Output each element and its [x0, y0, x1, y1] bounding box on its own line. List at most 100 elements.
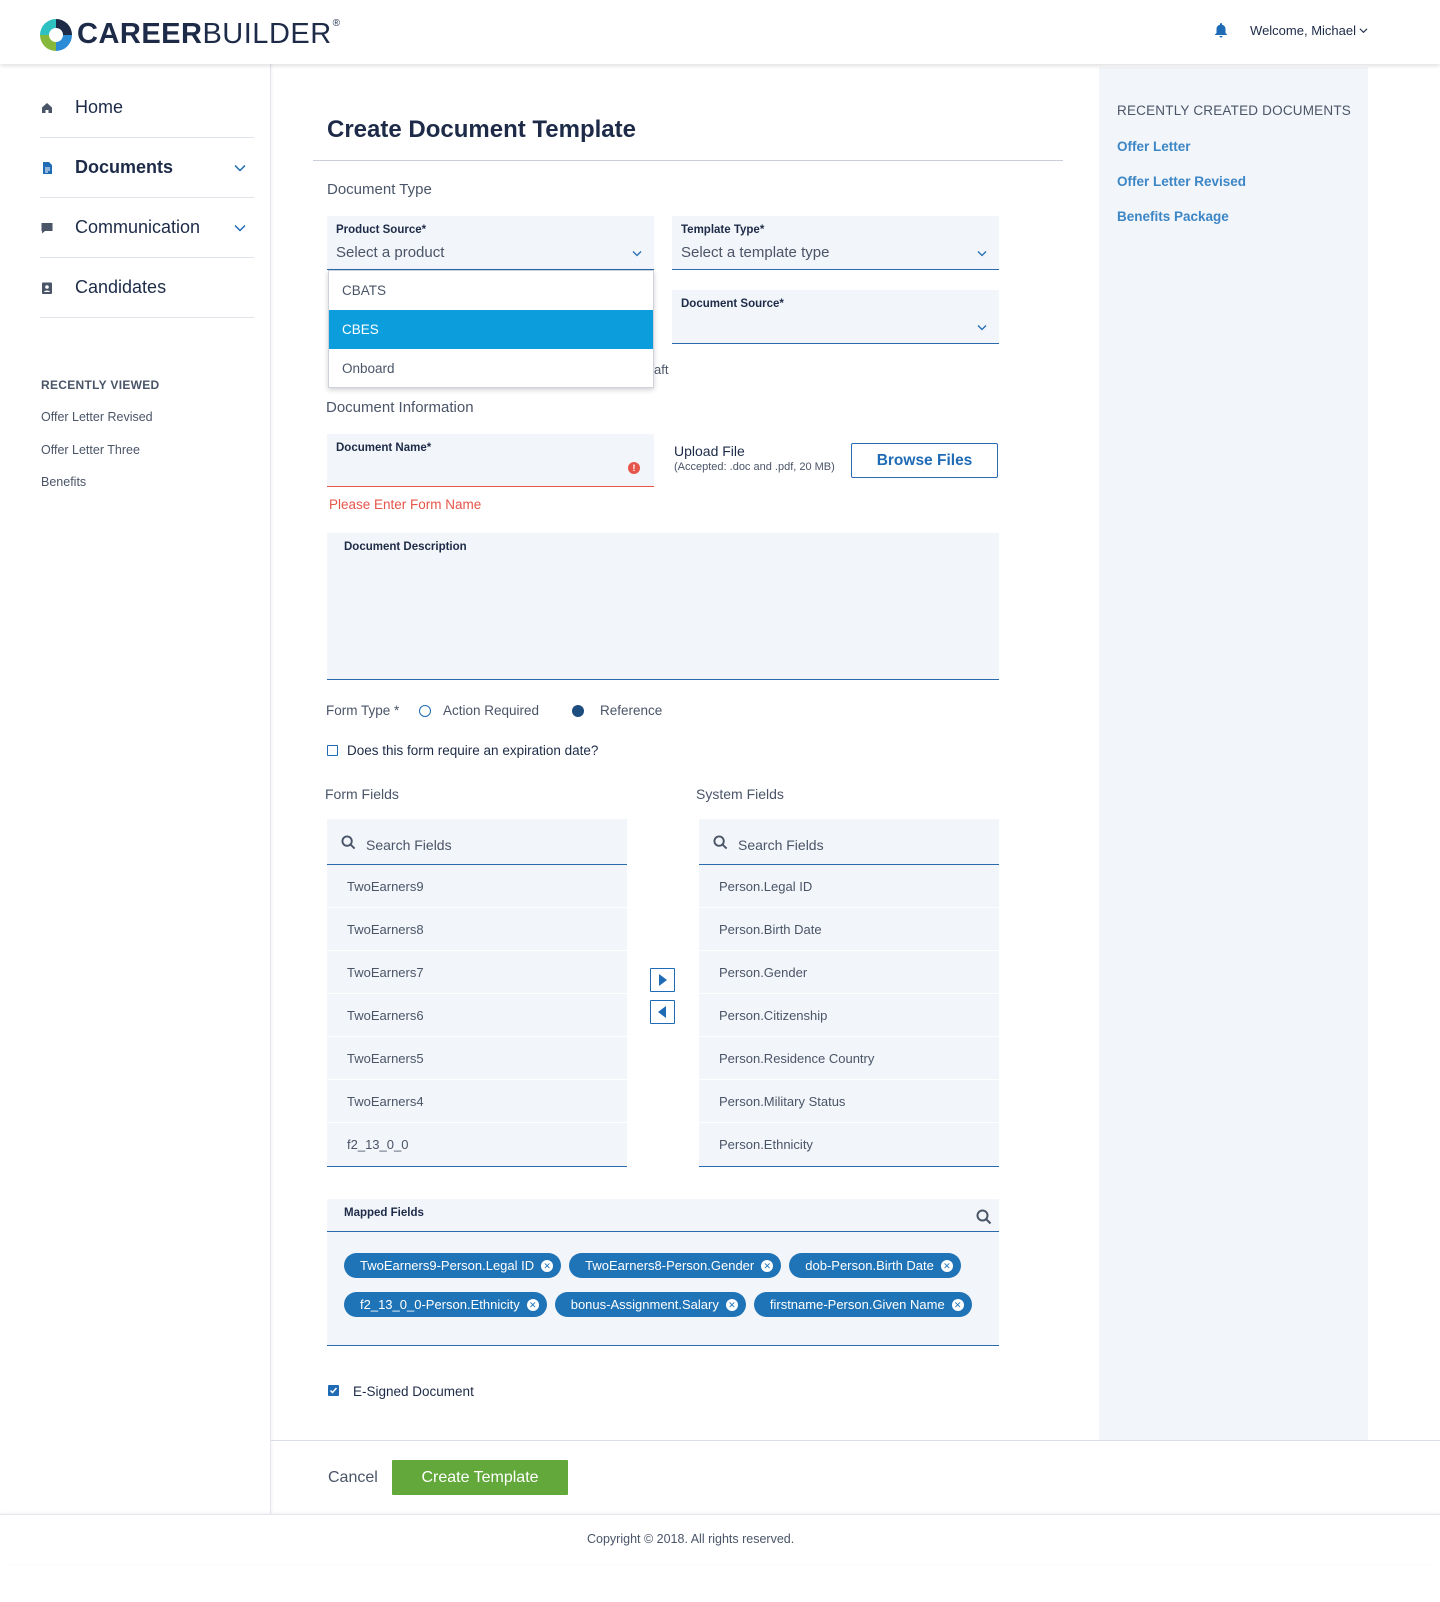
search-icon — [341, 835, 356, 850]
list-item[interactable]: f2_13_0_0 — [327, 1123, 627, 1166]
mapped-fields-header: Mapped Fields — [327, 1199, 999, 1232]
welcome-user-menu[interactable]: Welcome, Michael — [1250, 23, 1356, 38]
system-fields-title: System Fields — [696, 786, 784, 802]
recently-viewed-item[interactable]: Offer Letter Revised — [41, 410, 153, 424]
recently-created-title: RECENTLY CREATED DOCUMENTS — [1117, 103, 1351, 118]
remove-chip-icon[interactable]: ✕ — [940, 1259, 953, 1272]
dropdown-option-onboard[interactable]: Onboard — [329, 349, 653, 388]
remove-chip-icon[interactable]: ✕ — [951, 1298, 964, 1311]
list-item[interactable]: TwoEarners6 — [327, 994, 627, 1037]
bell-icon[interactable] — [1214, 22, 1228, 38]
mapped-field-chip[interactable]: dob-Person.Birth Date ✕ — [789, 1253, 961, 1278]
copyright-text: Copyright © 2018. All rights reserved. — [587, 1532, 795, 1546]
sidebar-item-candidates[interactable]: Candidates — [40, 258, 254, 318]
list-item[interactable]: TwoEarners9 — [327, 865, 627, 908]
product-source-select[interactable]: Product Source* Select a product — [327, 216, 654, 270]
section-document-type: Document Type — [327, 181, 432, 198]
list-item[interactable]: Person.Military Status — [699, 1080, 999, 1123]
list-item[interactable]: Person.Residence Country — [699, 1037, 999, 1080]
field-placeholder: Select a product — [336, 244, 445, 261]
browse-files-button[interactable]: Browse Files — [851, 443, 998, 478]
careerbuilder-logo[interactable]: CAREERBUILDER® — [40, 18, 341, 51]
sidebar-item-label: Communication — [75, 217, 201, 237]
chevron-down-icon[interactable] — [234, 164, 246, 172]
list-item[interactable]: Person.Gender — [699, 951, 999, 994]
search-placeholder: Search Fields — [366, 837, 452, 853]
recently-viewed-item[interactable]: Offer Letter Three — [41, 443, 140, 457]
list-item[interactable]: TwoEarners7 — [327, 951, 627, 994]
expiration-date-checkbox[interactable] — [327, 745, 338, 756]
search-icon — [713, 835, 728, 850]
chevron-down-icon[interactable] — [1359, 26, 1368, 35]
mapped-field-chip[interactable]: f2_13_0_0-Person.Ethnicity ✕ — [344, 1292, 547, 1317]
search-placeholder: Search Fields — [738, 837, 824, 853]
dropdown-option-cbats[interactable]: CBATS — [329, 271, 653, 310]
chevron-down-icon[interactable] — [234, 224, 246, 232]
list-item[interactable]: TwoEarners4 — [327, 1080, 627, 1123]
field-label: Document Source* — [681, 298, 784, 310]
chip-label: TwoEarners8-Person.Gender — [585, 1258, 755, 1273]
form-fields-list: Search Fields TwoEarners9 TwoEarners8 Tw… — [327, 819, 627, 1167]
document-icon — [43, 161, 52, 174]
list-item[interactable]: Person.Birth Date — [699, 908, 999, 951]
move-right-button[interactable] — [650, 968, 675, 992]
recent-document-link[interactable]: Benefits Package — [1117, 209, 1229, 224]
radio-action-required[interactable] — [419, 705, 431, 717]
chip-label: dob-Person.Birth Date — [805, 1258, 934, 1273]
sidebar-item-communication[interactable]: Communication — [40, 198, 254, 258]
list-item[interactable]: TwoEarners5 — [327, 1037, 627, 1080]
top-bar: CAREERBUILDER® Welcome, Michael — [0, 0, 1440, 64]
chip-label: f2_13_0_0-Person.Ethnicity — [360, 1297, 520, 1312]
dropdown-option-cbes[interactable]: CBES — [329, 310, 653, 349]
mapped-field-chip[interactable]: TwoEarners9-Person.Legal ID ✕ — [344, 1253, 562, 1278]
chevron-down-icon — [632, 251, 642, 257]
list-item[interactable]: Person.Ethnicity — [699, 1123, 999, 1166]
mapped-field-chip[interactable]: firstname-Person.Given Name ✕ — [753, 1292, 972, 1317]
create-template-button[interactable]: Create Template — [392, 1460, 568, 1495]
move-left-button[interactable] — [650, 1000, 675, 1024]
checkmark-icon — [329, 1387, 338, 1394]
list-item[interactable]: TwoEarners8 — [327, 908, 627, 951]
badge-icon — [42, 282, 52, 294]
footer: Copyright © 2018. All rights reserved. — [0, 1514, 1440, 1564]
document-description-textarea[interactable]: Document Description — [327, 533, 999, 680]
sidebar-item-home[interactable]: Home — [40, 78, 254, 138]
recently-viewed-item[interactable]: Benefits — [41, 475, 86, 489]
home-icon — [42, 102, 52, 113]
esigned-checkbox[interactable] — [328, 1385, 339, 1396]
chevron-down-icon — [977, 251, 987, 257]
document-name-input[interactable]: Document Name* ! — [327, 434, 654, 487]
sidebar-item-documents[interactable]: Documents — [40, 138, 254, 198]
chip-label: TwoEarners9-Person.Legal ID — [360, 1258, 535, 1273]
system-fields-search-input[interactable]: Search Fields — [699, 819, 999, 865]
recent-document-link[interactable]: Offer Letter Revised — [1117, 174, 1246, 189]
search-icon[interactable] — [976, 1209, 992, 1225]
remove-chip-icon[interactable]: ✕ — [725, 1298, 738, 1311]
field-label: Document Description — [344, 541, 467, 553]
template-type-select[interactable]: Template Type* Select a template type — [672, 216, 999, 270]
remove-chip-icon[interactable]: ✕ — [761, 1259, 774, 1272]
sidebar-item-label: Documents — [75, 157, 174, 177]
cancel-button[interactable]: Cancel — [328, 1469, 378, 1487]
remove-chip-icon[interactable]: ✕ — [526, 1298, 539, 1311]
page-title: Create Document Template — [327, 116, 636, 143]
form-fields-search-input[interactable]: Search Fields — [327, 819, 627, 865]
radio-reference[interactable] — [572, 705, 584, 717]
sidebar-item-label: Home — [75, 97, 124, 117]
list-item[interactable]: Person.Legal ID — [699, 865, 999, 908]
chip-label: firstname-Person.Given Name — [769, 1297, 945, 1312]
recently-created-panel: RECENTLY CREATED DOCUMENTS Offer Letter … — [1099, 67, 1368, 1440]
radio-label: Reference — [600, 703, 663, 718]
play-left-icon — [658, 1006, 666, 1018]
product-source-dropdown: CBATS CBES Onboard — [328, 270, 654, 388]
mapped-field-chip[interactable]: TwoEarners8-Person.Gender ✕ — [569, 1253, 782, 1278]
list-item[interactable]: Person.Citizenship — [699, 994, 999, 1037]
obscured-text-fragment: aft — [654, 362, 669, 377]
mapped-fields-box: Mapped Fields TwoEarners9-Person.Legal I… — [327, 1199, 999, 1346]
remove-chip-icon[interactable]: ✕ — [541, 1259, 554, 1272]
recent-document-link[interactable]: Offer Letter — [1117, 139, 1191, 154]
document-source-select[interactable]: Document Source* — [672, 290, 999, 344]
mapped-field-chip[interactable]: bonus-Assignment.Salary ✕ — [554, 1292, 746, 1317]
title-divider — [313, 160, 1063, 161]
chat-icon — [41, 222, 53, 233]
